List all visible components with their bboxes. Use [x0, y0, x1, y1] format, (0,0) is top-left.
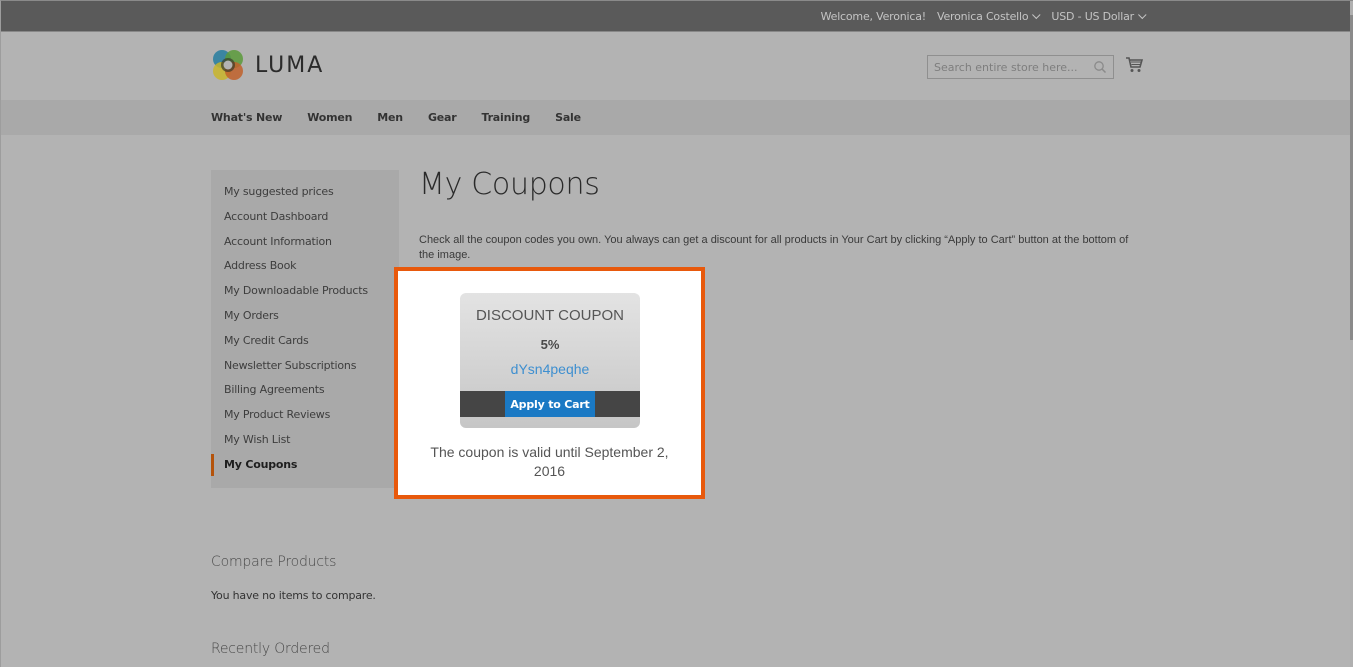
sidebar-item-suggested-prices[interactable]: My suggested prices [211, 181, 399, 206]
search-input[interactable] [934, 60, 1093, 74]
chevron-down-icon [1138, 10, 1147, 19]
page: Welcome, Veronica! Veronica Costello USD… [0, 0, 1353, 667]
top-links: Welcome, Veronica! Veronica Costello USD… [820, 1, 1147, 32]
coupon-code[interactable]: dYsn4peqhe [460, 361, 640, 377]
nav-item-sale[interactable]: Sale [555, 111, 581, 124]
sidebar-item-orders[interactable]: My Orders [211, 305, 399, 330]
search-icon[interactable] [1093, 60, 1107, 74]
currency-label: USD - US Dollar [1051, 10, 1134, 23]
account-nav: My suggested prices Account Dashboard Ac… [211, 181, 399, 479]
welcome-message: Welcome, Veronica! [820, 10, 927, 23]
sidebar-item-credit-cards[interactable]: My Credit Cards [211, 330, 399, 355]
sidebar-item-account-dashboard[interactable]: Account Dashboard [211, 206, 399, 231]
cart-icon[interactable] [1125, 56, 1143, 74]
chevron-down-icon [1032, 10, 1041, 19]
coupon-title: DISCOUNT COUPON [475, 307, 625, 324]
account-dropdown[interactable]: Veronica Costello [936, 10, 1041, 23]
recently-ordered-title: Recently Ordered [211, 641, 330, 657]
nav-item-gear[interactable]: Gear [428, 111, 457, 124]
search-box [927, 55, 1114, 79]
currency-switcher[interactable]: USD - US Dollar [1051, 10, 1147, 23]
coupon-action-bar: Apply to Cart [460, 391, 640, 417]
logo-text: LUMA [255, 52, 325, 78]
header: LUMA [1, 32, 1353, 100]
sidebar-item-my-coupons[interactable]: My Coupons [211, 453, 399, 479]
sidebar-item-downloadable-products[interactable]: My Downloadable Products [211, 280, 399, 305]
luma-logo-icon [213, 50, 243, 80]
compare-products-title: Compare Products [211, 554, 337, 570]
main-nav: What's New Women Men Gear Training Sale [1, 100, 1353, 135]
sidebar-item-account-information[interactable]: Account Information [211, 231, 399, 256]
account-name: Veronica Costello [936, 10, 1029, 23]
coupon-highlight: DISCOUNT COUPON 5% dYsn4peqhe Apply to C… [394, 267, 705, 499]
compare-empty-message: You have no items to compare. [211, 589, 376, 602]
apply-to-cart-button[interactable]: Apply to Cart [505, 391, 595, 417]
nav-item-training[interactable]: Training [481, 111, 530, 124]
coupon-value: 5% [540, 337, 560, 352]
account-sidebar: My suggested prices Account Dashboard Ac… [211, 170, 399, 488]
logo[interactable]: LUMA [211, 48, 324, 82]
coupon-card: DISCOUNT COUPON 5% dYsn4peqhe Apply to C… [460, 293, 640, 428]
sidebar-item-wish-list[interactable]: My Wish List [211, 429, 399, 454]
sidebar-item-product-reviews[interactable]: My Product Reviews [211, 404, 399, 429]
page-title: My Coupons [419, 167, 600, 202]
nav-item-women[interactable]: Women [307, 111, 352, 124]
nav-item-whats-new[interactable]: What's New [211, 111, 282, 124]
sidebar-item-address-book[interactable]: Address Book [211, 255, 399, 280]
nav-item-men[interactable]: Men [377, 111, 403, 124]
coupon-validity: The coupon is valid until September 2, 2… [430, 444, 669, 479]
top-panel: Welcome, Veronica! Veronica Costello USD… [1, 1, 1353, 32]
sidebar-item-billing-agreements[interactable]: Billing Agreements [211, 379, 399, 404]
sidebar-item-newsletter[interactable]: Newsletter Subscriptions [211, 355, 399, 380]
intro-text: Check all the coupon codes you own. You … [419, 234, 1129, 261]
